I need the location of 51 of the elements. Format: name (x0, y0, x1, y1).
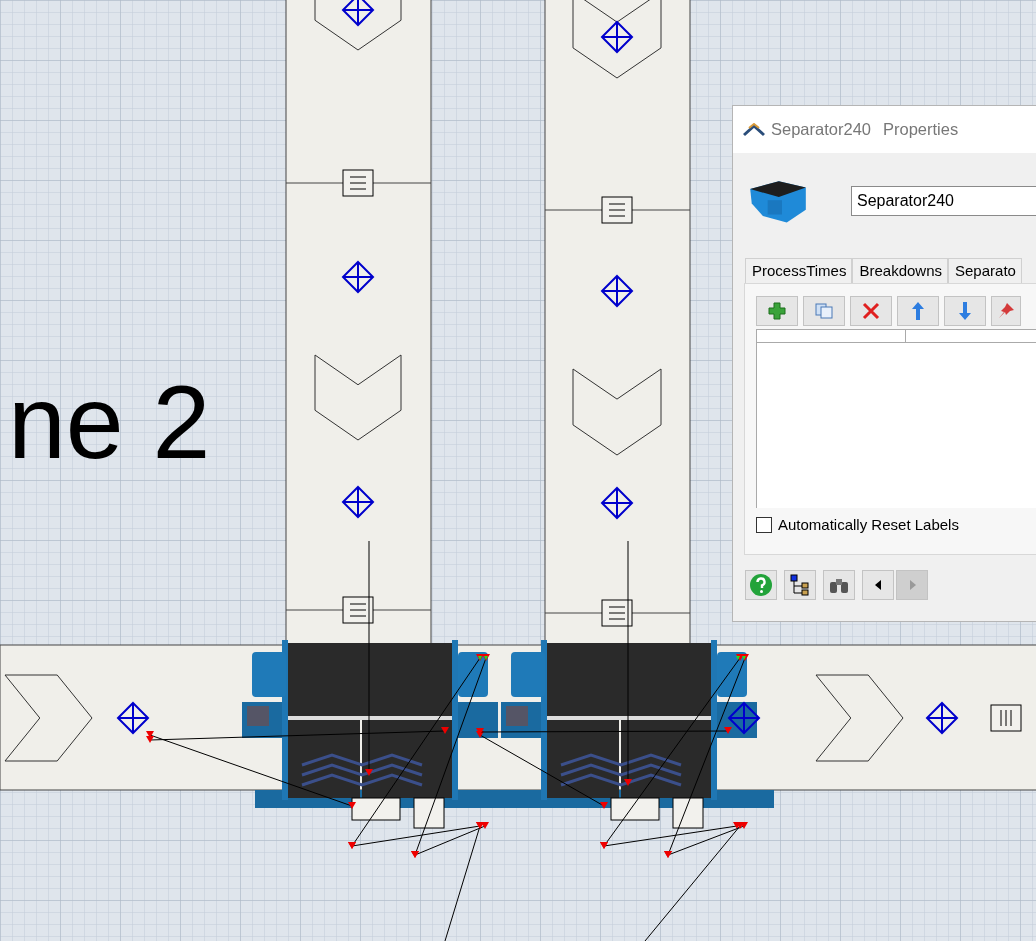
pin-icon (997, 302, 1015, 320)
crosshair-icon (342, 486, 375, 519)
delete-button[interactable] (850, 296, 892, 326)
close-icon (862, 302, 880, 320)
copy-button[interactable] (803, 296, 845, 326)
tree-button[interactable] (784, 570, 816, 600)
decision-point-icon (342, 169, 374, 197)
logo-icon (743, 122, 765, 137)
crosshair-icon (342, 0, 375, 27)
binoculars-icon (828, 576, 850, 594)
down-arrow-icon (958, 301, 972, 321)
port-marker-icon (478, 656, 488, 660)
move-up-button[interactable] (897, 296, 939, 326)
decision-point-icon (601, 196, 633, 224)
decision-point-icon (342, 596, 374, 624)
chevron-icon (314, 354, 402, 441)
chevron-icon (815, 674, 904, 762)
window-title: Separator240 (771, 120, 871, 139)
crosshair-icon (601, 487, 634, 520)
pin-button[interactable] (991, 296, 1021, 326)
decision-point-icon (990, 704, 1022, 732)
crosshair-icon (601, 21, 634, 54)
area-label: ne 2 (8, 370, 211, 474)
window-subtitle: Properties (883, 120, 959, 139)
name-field[interactable]: Separator240 (851, 186, 1036, 216)
checkbox[interactable] (756, 516, 772, 533)
plus-icon (768, 302, 786, 320)
help-icon (749, 573, 773, 597)
checkbox-label: Automatically Reset Labels (778, 516, 959, 533)
previous-button[interactable] (862, 570, 894, 600)
chevron-icon (314, 0, 402, 51)
tab[interactable]: Separato (948, 258, 1022, 283)
add-button[interactable] (756, 296, 798, 326)
copy-icon (815, 303, 833, 319)
tree-icon (789, 574, 811, 596)
crosshair-icon (728, 702, 761, 735)
crosshair-icon (117, 702, 150, 735)
port-marker-icon (736, 656, 746, 660)
decision-point-icon (601, 599, 633, 627)
find-button[interactable] (823, 570, 855, 600)
crosshair-icon (342, 261, 375, 294)
up-arrow-icon (911, 301, 925, 321)
tab[interactable]: Breakdowns (852, 258, 948, 283)
crosshair-icon (601, 275, 634, 308)
crosshair-icon (926, 702, 959, 735)
help-button[interactable] (745, 570, 777, 600)
chevron-icon (572, 0, 662, 79)
chevron-icon (4, 674, 93, 762)
chevron-icon (572, 368, 662, 456)
move-down-button[interactable] (944, 296, 986, 326)
tab[interactable]: ProcessTimes (745, 258, 853, 283)
